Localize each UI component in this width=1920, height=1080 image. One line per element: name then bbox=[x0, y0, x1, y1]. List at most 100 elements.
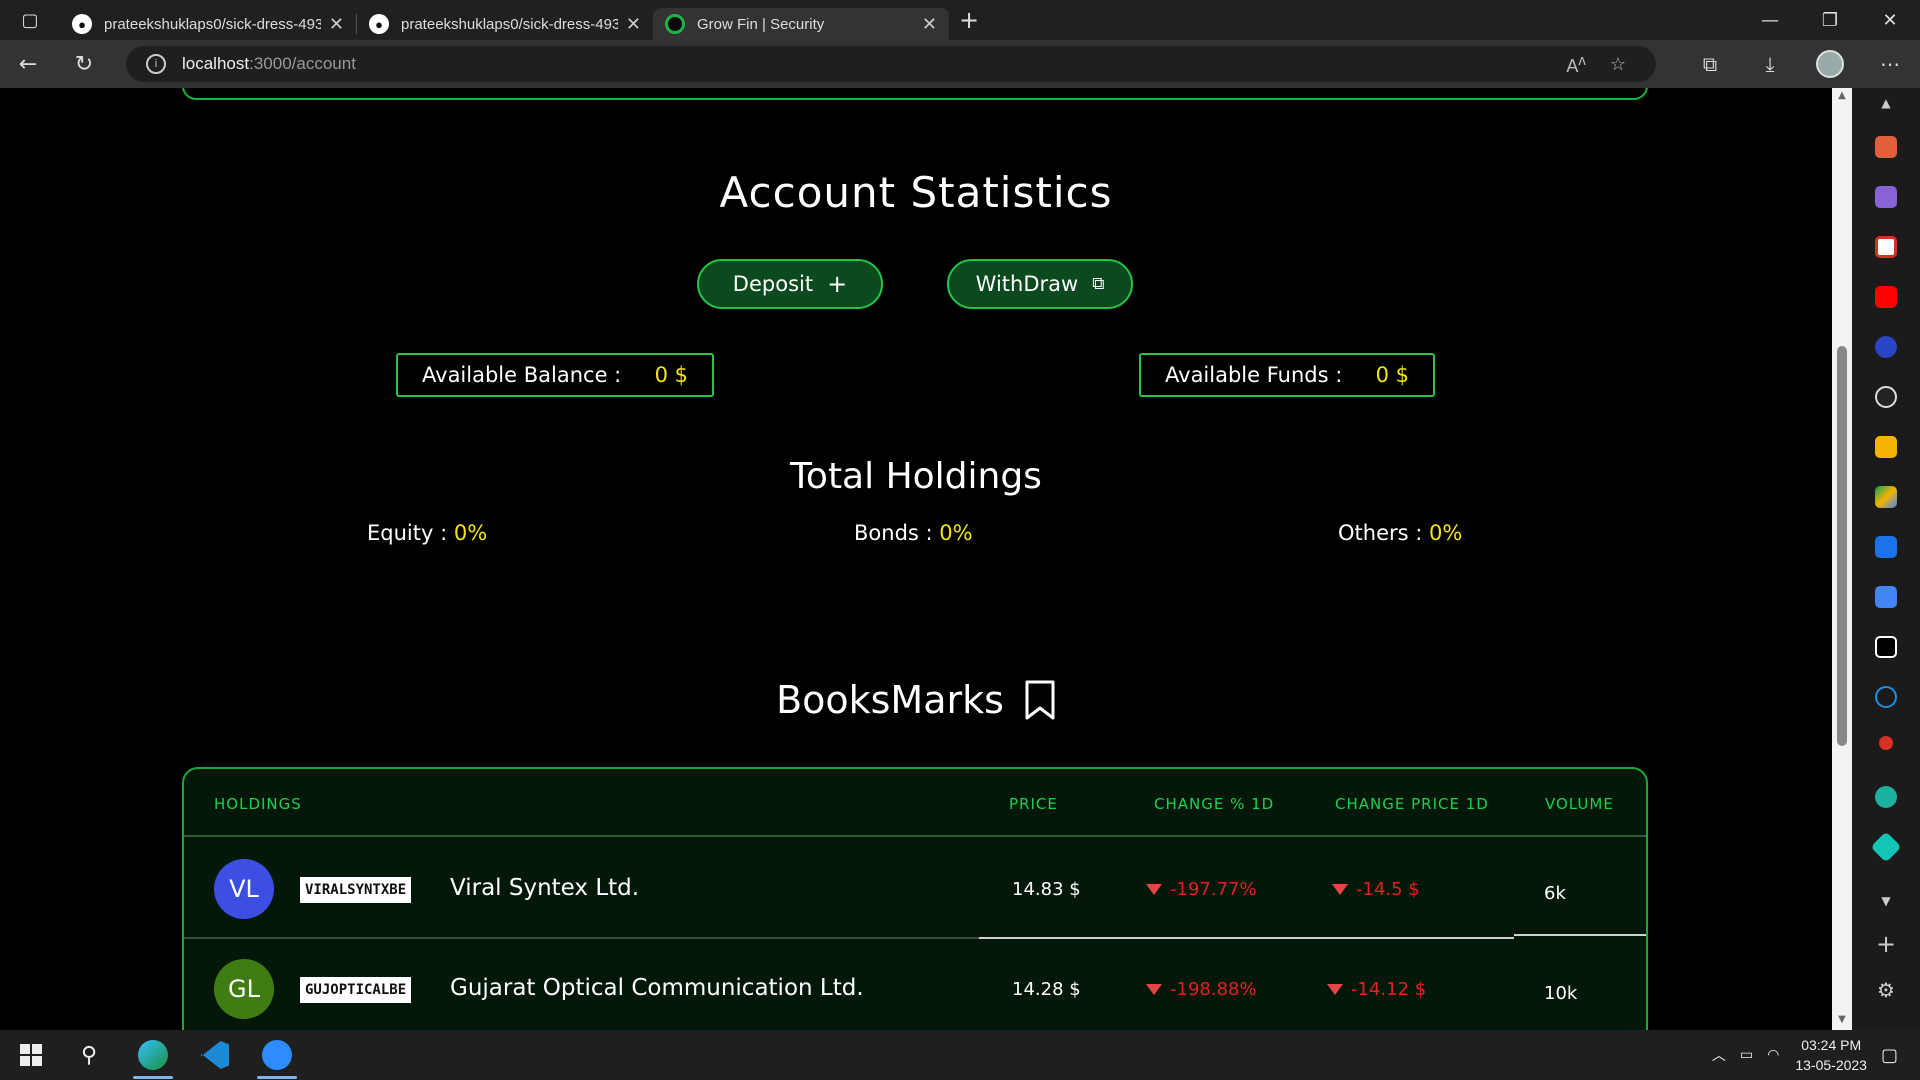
github-icon: ● bbox=[369, 14, 389, 34]
avatar: VL bbox=[214, 859, 274, 919]
withdraw-button[interactable]: WithDraw ⧉ bbox=[947, 259, 1133, 309]
zoom-icon[interactable] bbox=[260, 1038, 294, 1072]
close-window-icon[interactable]: ✕ bbox=[1860, 0, 1920, 40]
available-funds-value: 0 $ bbox=[1375, 363, 1409, 387]
active-app-indicator bbox=[133, 1076, 173, 1079]
down-arrow-icon bbox=[1327, 984, 1343, 995]
sidebar-settings-icon[interactable]: ⚙ bbox=[1852, 978, 1920, 1002]
available-balance-label: Available Balance : bbox=[422, 363, 622, 387]
minimize-icon[interactable]: — bbox=[1740, 0, 1800, 40]
docs-icon[interactable] bbox=[1875, 586, 1897, 608]
notion-icon[interactable] bbox=[1875, 636, 1897, 658]
change-price: -14.12 $ bbox=[1327, 979, 1426, 1000]
back-icon[interactable]: ← bbox=[0, 40, 56, 88]
volume-value: 6k bbox=[1544, 883, 1566, 904]
tab-actions-icon[interactable]: ▢ bbox=[0, 0, 60, 40]
company-name[interactable]: Viral Syntex Ltd. bbox=[450, 875, 639, 901]
column-header-change-price: CHANGE PRICE 1D bbox=[1335, 795, 1489, 813]
github-icon[interactable] bbox=[1875, 386, 1897, 408]
withdraw-label: WithDraw bbox=[975, 272, 1079, 296]
wifi-icon[interactable]: ◠ bbox=[1767, 1047, 1779, 1063]
translate-icon[interactable] bbox=[1875, 536, 1897, 558]
battery-icon[interactable]: ▭ bbox=[1740, 1047, 1753, 1063]
url-path: :3000/account bbox=[249, 54, 356, 73]
bookmarks-title: BooksMarks bbox=[776, 678, 1004, 722]
tab-github-1[interactable]: ● prateekshuklaps0/sick-dress-493 ✕ bbox=[60, 8, 356, 40]
holdings-title: Total Holdings bbox=[790, 456, 1042, 497]
table-header: HOLDINGS PRICE CHANGE % 1D CHANGE PRICE … bbox=[184, 769, 1646, 837]
read-aloud-icon[interactable]: Aᴧ bbox=[1566, 52, 1586, 77]
show-hidden-icons-icon[interactable]: ︿ bbox=[1712, 1045, 1726, 1065]
column-header-change-pct: CHANGE % 1D bbox=[1154, 795, 1275, 813]
windows-start-icon[interactable] bbox=[14, 1038, 48, 1072]
external-link-icon: ⧉ bbox=[1092, 274, 1105, 294]
gmail-icon[interactable] bbox=[1875, 236, 1897, 258]
growfin-icon bbox=[665, 14, 685, 34]
tab-growfin[interactable]: Grow Fin | Security ✕ bbox=[653, 8, 949, 40]
close-icon[interactable]: ✕ bbox=[922, 14, 937, 35]
window-controls: — ❐ ✕ bbox=[1740, 0, 1920, 40]
search-icon[interactable]: ⚲ bbox=[72, 1038, 106, 1072]
down-arrow-icon bbox=[1146, 884, 1162, 895]
tools-icon[interactable] bbox=[1875, 136, 1897, 158]
page-scrollbar[interactable]: ▲ ▼ bbox=[1832, 88, 1852, 1030]
m-app-icon[interactable] bbox=[1875, 336, 1897, 358]
scroll-thumb[interactable] bbox=[1837, 346, 1847, 746]
table-row[interactable]: GL GUJOPTICALBE Gujarat Optical Communic… bbox=[184, 939, 1646, 1030]
column-header-price: PRICE bbox=[1009, 795, 1058, 813]
holding-bonds: Bonds : 0% bbox=[854, 521, 973, 545]
refresh-icon[interactable]: ↻ bbox=[56, 40, 112, 88]
clock-date: 13-05-2023 bbox=[1795, 1057, 1867, 1073]
deposit-button[interactable]: Deposit + bbox=[697, 259, 883, 309]
scroll-down-icon[interactable]: ▼ bbox=[1835, 1014, 1849, 1025]
address-bar[interactable]: i localhost:3000/account Aᴧ ☆ bbox=[126, 46, 1656, 82]
downloads-icon[interactable]: ⤓ bbox=[1740, 52, 1800, 76]
github-icon: ● bbox=[72, 14, 92, 34]
change-pct-value: -197.77% bbox=[1170, 879, 1257, 900]
browser-tab-bar: ▢ ● prateekshuklaps0/sick-dress-493 ✕ ● … bbox=[0, 0, 1920, 40]
diamond-icon[interactable] bbox=[1870, 831, 1902, 863]
holding-others: Others : 0% bbox=[1338, 521, 1462, 545]
sidebar-expand-icon[interactable]: ▼ bbox=[1852, 894, 1920, 908]
youtube-icon[interactable] bbox=[1875, 286, 1897, 308]
active-app-indicator bbox=[257, 1076, 297, 1079]
drive-icon[interactable] bbox=[1875, 486, 1897, 508]
add-favorite-icon[interactable]: ☆ bbox=[1610, 54, 1626, 75]
tab-github-2[interactable]: ● prateekshuklaps0/sick-dress-493 ✕ bbox=[357, 8, 653, 40]
top-card bbox=[182, 88, 1648, 100]
restore-icon[interactable]: ❐ bbox=[1800, 0, 1860, 40]
ticker-badge: GUJOPTICALBE bbox=[300, 977, 412, 1003]
bookmark-icon bbox=[1025, 680, 1055, 720]
scroll-up-icon[interactable]: ▲ bbox=[1835, 90, 1849, 101]
add-sidebar-app-icon[interactable]: + bbox=[1852, 930, 1920, 958]
available-balance-value: 0 $ bbox=[654, 363, 688, 387]
keep-icon[interactable] bbox=[1875, 436, 1897, 458]
close-icon[interactable]: ✕ bbox=[626, 14, 641, 35]
row-divider bbox=[1514, 934, 1646, 936]
network-icon[interactable] bbox=[1879, 736, 1893, 750]
close-icon[interactable]: ✕ bbox=[329, 14, 344, 35]
url-host: localhost bbox=[182, 54, 250, 73]
notes-icon[interactable] bbox=[1875, 186, 1897, 208]
site-info-icon[interactable]: i bbox=[146, 54, 166, 74]
holding-label: Bonds : bbox=[854, 521, 940, 545]
more-options-icon[interactable]: ⋯ bbox=[1860, 52, 1920, 76]
edge-icon[interactable] bbox=[136, 1038, 170, 1072]
extensions-icon[interactable]: ⧉ bbox=[1680, 52, 1740, 76]
profile-button[interactable] bbox=[1800, 50, 1860, 78]
react-icon[interactable] bbox=[1875, 686, 1897, 708]
table-row[interactable]: VL VIRALSYNTXBE Viral Syntex Ltd. 14.83 … bbox=[184, 839, 1646, 939]
clock[interactable]: 03:24 PM 13-05-2023 bbox=[1795, 1035, 1867, 1075]
vscode-icon[interactable] bbox=[198, 1038, 232, 1072]
change-price-value: -14.12 $ bbox=[1351, 979, 1427, 1000]
sidebar-collapse-icon[interactable]: ▲ bbox=[1852, 96, 1920, 110]
plus-icon: + bbox=[827, 270, 848, 298]
address-bar-actions: Aᴧ ☆ bbox=[1566, 46, 1626, 82]
browser-toolbar-right: ⧉ ⤓ ⋯ bbox=[1680, 40, 1920, 88]
new-tab-button[interactable]: + bbox=[949, 0, 989, 40]
company-name[interactable]: Gujarat Optical Communication Ltd. bbox=[450, 975, 864, 1001]
bolt-icon[interactable] bbox=[1875, 786, 1897, 808]
notifications-icon[interactable]: ▢ bbox=[1881, 1045, 1898, 1066]
holding-equity: Equity : 0% bbox=[367, 521, 487, 545]
page-content: Account Statistics Deposit + WithDraw ⧉ … bbox=[0, 88, 1832, 1030]
